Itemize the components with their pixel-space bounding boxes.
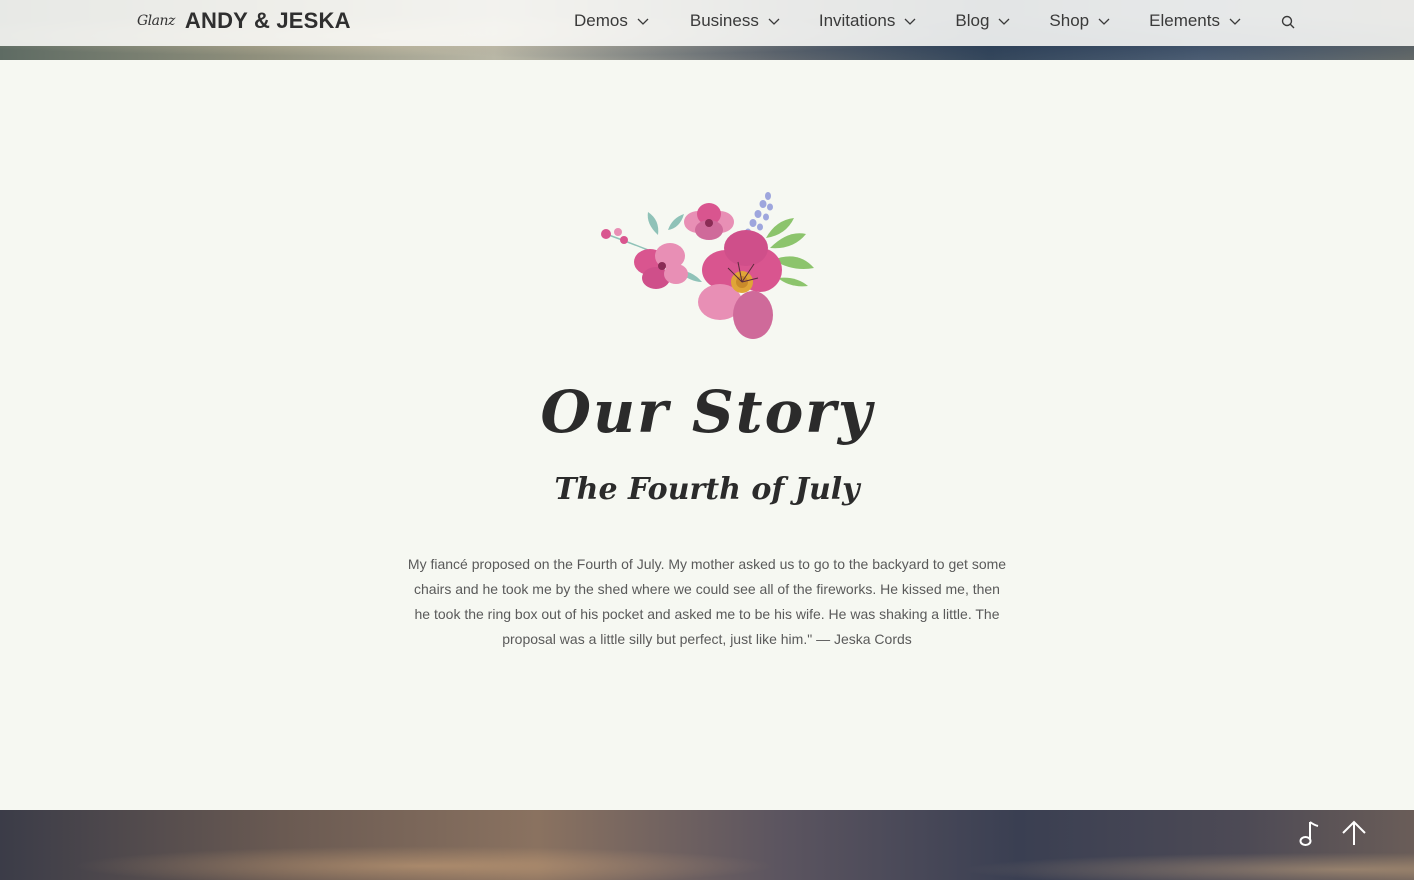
story-text: My fiancé proposed on the Fourth of July…	[407, 556, 1007, 647]
story-subtitle: The Fourth of July	[554, 472, 860, 507]
nav-item-invitations[interactable]: Invitations	[819, 11, 918, 31]
nav-item-elements[interactable]: Elements	[1149, 11, 1242, 31]
chevron-down-icon	[1098, 18, 1110, 25]
our-story-section: Our Story The Fourth of July My fiancé p…	[0, 60, 1414, 810]
main-nav: Demos Business Invitations Blog Shop Ele…	[574, 11, 1296, 31]
brand-name: ANDY & JESKA	[184, 8, 351, 33]
nav-item-demos[interactable]: Demos	[574, 11, 650, 31]
chevron-down-icon	[637, 18, 649, 25]
nav-item-label: Shop	[1049, 11, 1090, 30]
brand-mark: Glanz	[137, 13, 175, 29]
chevron-down-icon	[1229, 18, 1241, 25]
nav-item-label: Blog	[955, 11, 990, 30]
nav-item-label: Elements	[1149, 11, 1220, 30]
chevron-down-icon	[904, 18, 916, 25]
nav-item-blog[interactable]: Blog	[955, 11, 1011, 31]
nav-item-shop[interactable]: Shop	[1049, 11, 1111, 31]
site-header: Glanz ANDY & JESKA Demos Business Invita…	[0, 0, 1414, 46]
brand-logo[interactable]: Glanz ANDY & JESKA	[137, 8, 351, 34]
chevron-down-icon	[768, 18, 780, 25]
footer-image-glow	[0, 810, 1414, 880]
nav-item-label: Invitations	[818, 11, 896, 30]
music-note-icon[interactable]	[1296, 820, 1320, 848]
search-icon[interactable]	[1280, 14, 1296, 30]
page-title: Our Story	[540, 378, 874, 446]
nav-item-label: Business	[689, 11, 759, 30]
chevron-down-icon	[998, 18, 1010, 25]
nav-item-business[interactable]: Business	[690, 11, 781, 31]
floral-bouquet-icon	[601, 192, 814, 339]
arrow-up-icon[interactable]	[1340, 818, 1368, 848]
footer-image-strip	[0, 810, 1414, 880]
nav-item-label: Demos	[574, 11, 628, 30]
